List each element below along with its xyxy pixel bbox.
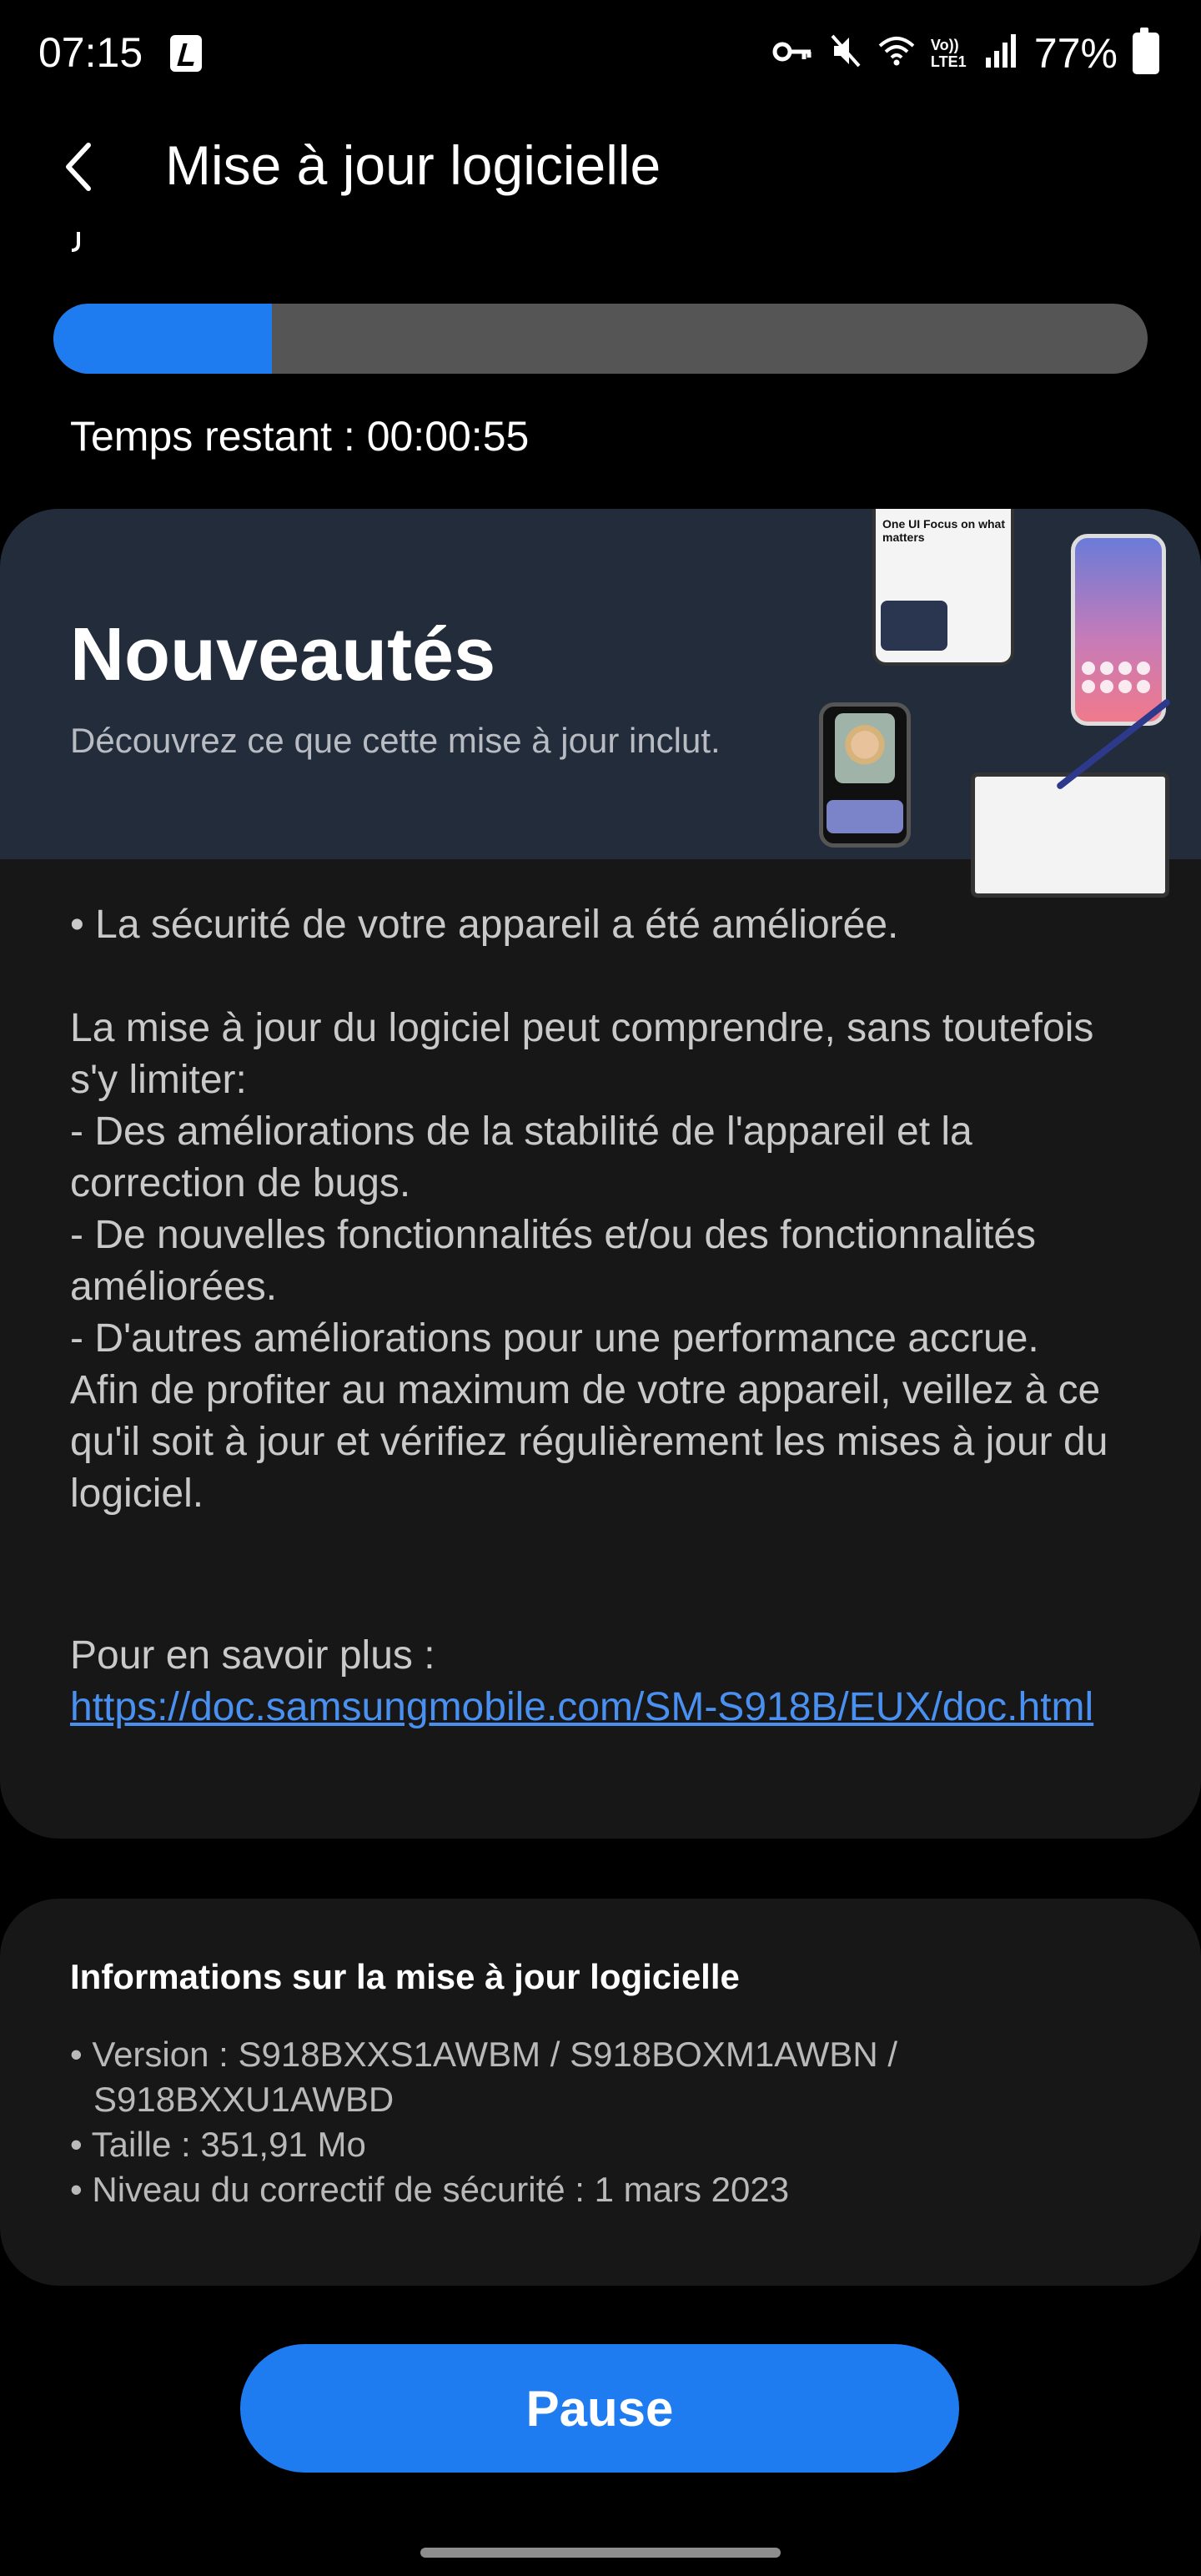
gesture-nav-bar[interactable] — [420, 2548, 781, 2558]
vpn-key-icon — [772, 37, 814, 70]
whats-new-subtitle: Découvrez ce que cette mise à jour inclu… — [70, 721, 721, 760]
promo-text: One UI Focus on what matters — [882, 517, 1006, 544]
status-time: 07:15 — [38, 29, 143, 76]
flip-base — [827, 800, 903, 833]
update-version: • Version : S918BXXS1AWBM / S918BOXM1AWB… — [70, 2035, 897, 2119]
release-note-details: La mise à jour du logiciel peut comprend… — [70, 1006, 1108, 1516]
promo-flip-phone-image — [819, 702, 911, 848]
more-info-link[interactable]: https://doc.samsungmobile.com/SM-S918B/E… — [70, 1682, 1154, 1733]
download-progress-fill — [53, 304, 273, 374]
page-title: Mise à jour logicielle — [165, 134, 661, 196]
clipped-text-fragment — [71, 232, 80, 252]
update-info-list: • Version : S918BXXS1AWBM / S918BOXM1AWB… — [70, 2032, 1154, 2212]
more-info-label: Pour en savoir plus : — [70, 1633, 435, 1678]
back-button[interactable] — [52, 133, 110, 200]
wifi-icon — [877, 34, 916, 73]
security-patch-level: • Niveau du correctif de sécurité : 1 ma… — [70, 2170, 790, 2209]
app-dots — [1082, 662, 1155, 693]
status-bar: 07:15 Vo)) LTE1 77% — [0, 0, 1201, 108]
whats-new-title: Nouveautés — [70, 613, 496, 697]
whats-new-card: Nouveautés Découvrez ce que cette mise à… — [0, 509, 1201, 1839]
release-note-security: • La sécurité de votre appareil a été am… — [70, 903, 899, 947]
battery-icon — [1133, 28, 1159, 74]
battery-percent: 77% — [1033, 30, 1118, 77]
pause-button[interactable]: Pause — [240, 2344, 959, 2473]
status-icons: Vo)) LTE1 77% — [772, 28, 1159, 78]
signal-icon — [984, 33, 1019, 75]
mute-icon — [829, 33, 862, 75]
time-remaining: Temps restant : 00:00:55 — [70, 413, 530, 460]
promo-thumbnail — [881, 601, 947, 651]
promo-phone-image-2 — [1071, 534, 1166, 726]
volte-icon: Vo)) LTE1 — [930, 37, 967, 70]
download-progress-bar — [53, 304, 1148, 374]
chevron-left-icon — [66, 143, 91, 191]
update-size: • Taille : 351,91 Mo — [70, 2125, 366, 2164]
promo-phone-image: One UI Focus on what matters — [872, 509, 1014, 666]
whats-new-banner: Nouveautés Découvrez ce que cette mise à… — [0, 509, 1201, 898]
update-info-title: Informations sur la mise à jour logiciel… — [70, 1957, 740, 1996]
portrait-image — [835, 713, 895, 783]
update-info-card: Informations sur la mise à jour logiciel… — [0, 1899, 1201, 2286]
promo-tablet-image — [971, 772, 1169, 898]
app-icon — [170, 35, 202, 72]
